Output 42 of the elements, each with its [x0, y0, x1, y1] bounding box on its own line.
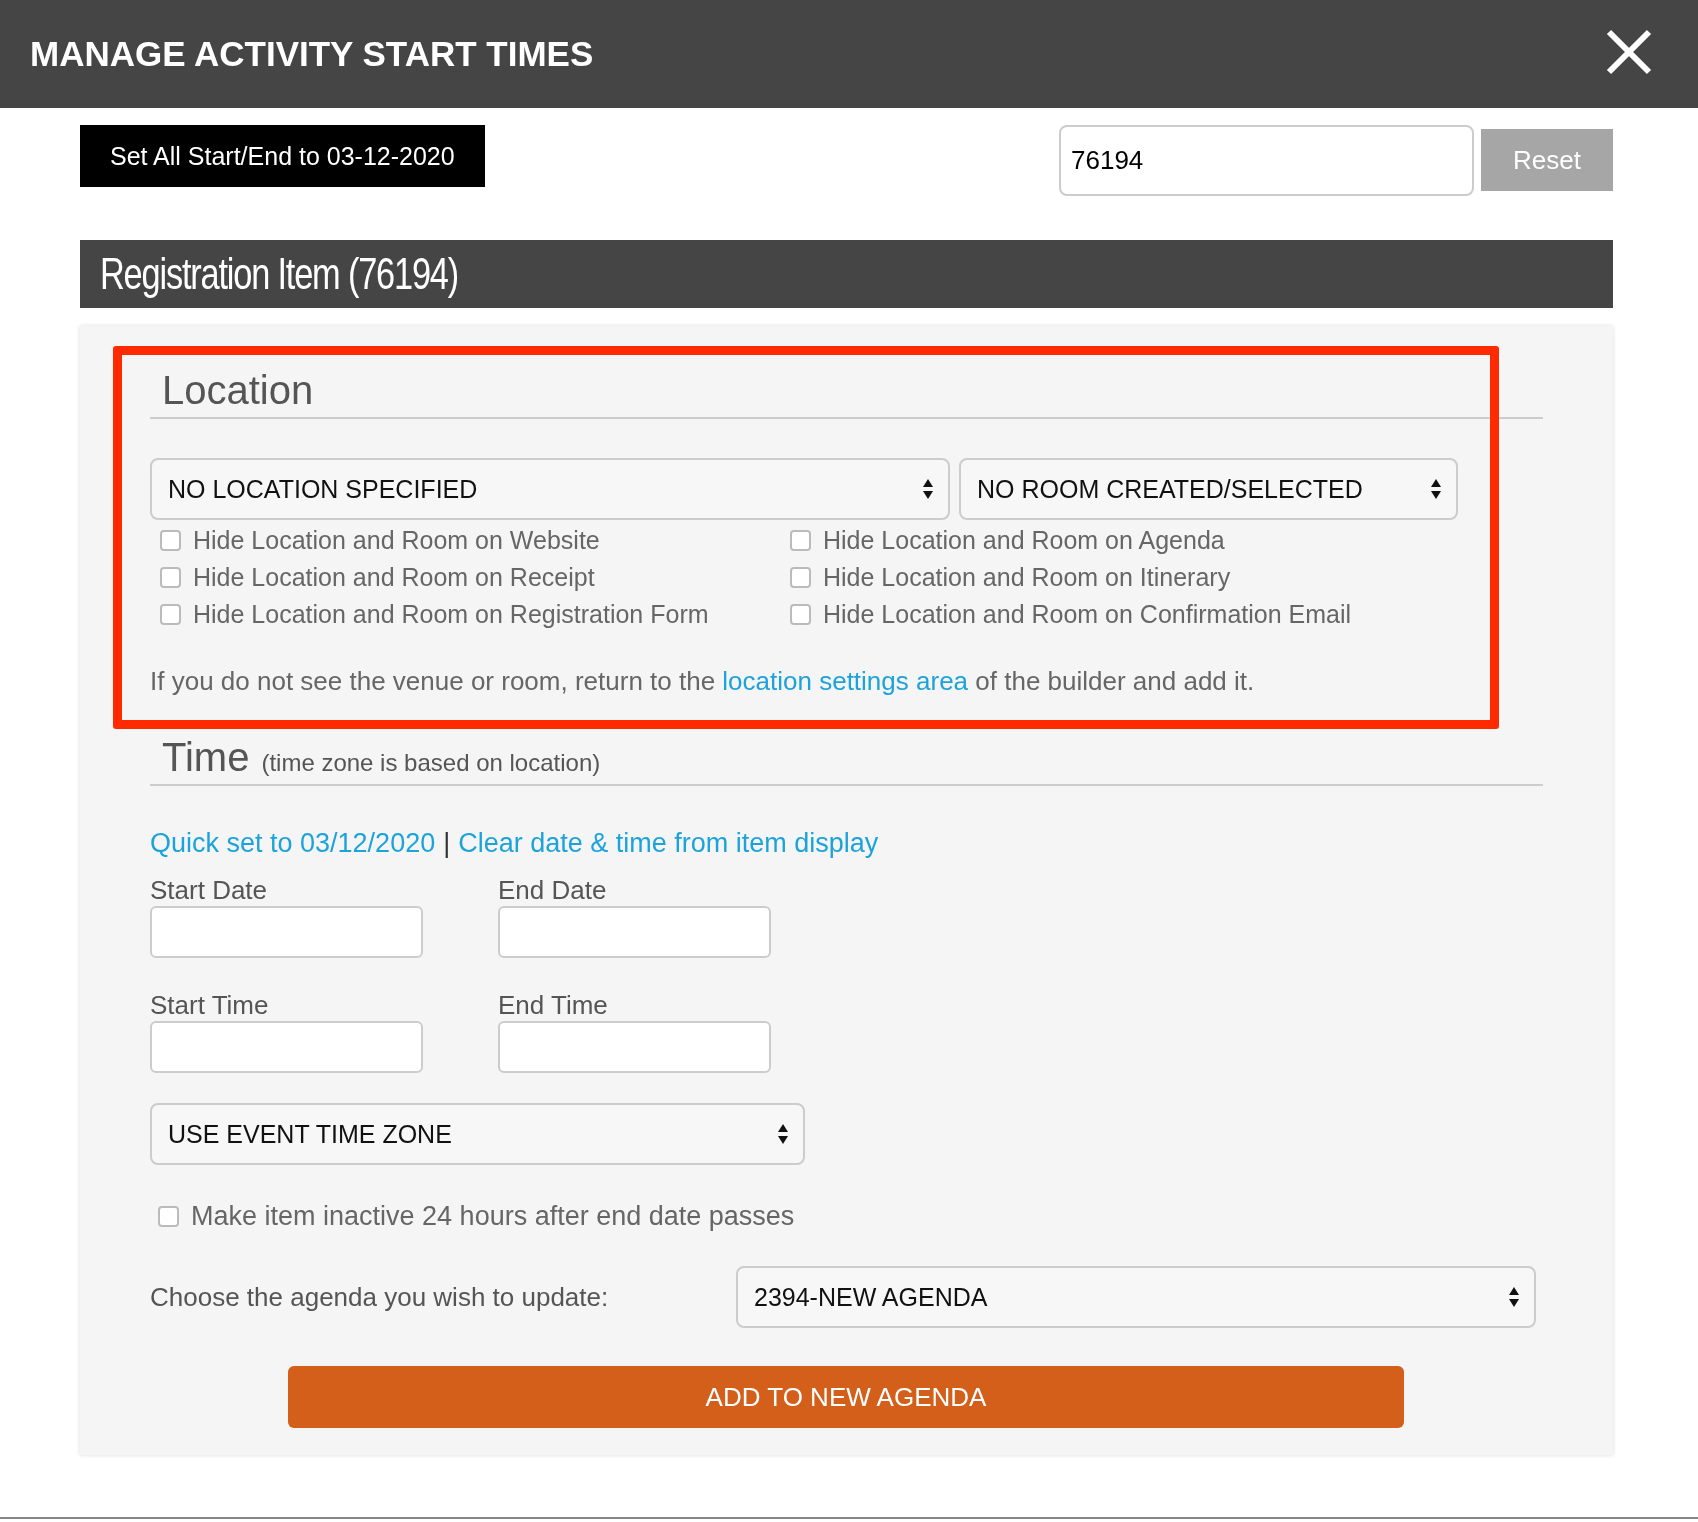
location-heading: Location: [150, 326, 1543, 419]
location-help-text: If you do not see the venue or room, return to the location settings area of the builder and add it.: [150, 666, 1256, 697]
checkbox-label: Hide Location and Room on Confirmation Email: [823, 600, 1352, 629]
dropdown-arrows-icon: [922, 478, 934, 500]
checkbox[interactable]: [790, 567, 811, 588]
input-field[interactable]: [150, 906, 423, 958]
link-separator: |: [443, 828, 451, 859]
agenda-select[interactable]: 2394-NEW AGENDA: [736, 1266, 1536, 1328]
checkbox[interactable]: [790, 604, 811, 625]
input-field[interactable]: [498, 1021, 771, 1073]
checkbox[interactable]: [160, 567, 181, 588]
checkbox[interactable]: [160, 604, 181, 625]
time-heading: Time: [162, 735, 250, 780]
checkbox-label: Hide Location and Room on Itinerary: [823, 563, 1231, 592]
checkbox[interactable]: [160, 530, 181, 551]
location-select[interactable]: NO LOCATION SPECIFIED: [150, 458, 950, 520]
checkbox-label: Hide Location and Room on Receipt: [193, 563, 595, 592]
item-id-field[interactable]: 76194: [1059, 124, 1474, 196]
time-zone-note: (time zone is based on location): [261, 749, 601, 777]
checkbox-label: Make item inactive 24 hours after end date passes: [191, 1201, 795, 1232]
room-select[interactable]: NO ROOM CREATED/SELECTED: [959, 458, 1458, 520]
input-field[interactable]: [498, 906, 771, 958]
checkbox-label: Hide Location and Room on Registration Form: [193, 600, 709, 629]
checkbox-label: Hide Location and Room on Agenda: [823, 526, 1225, 555]
dropdown-arrows-icon: [777, 1123, 789, 1145]
field-label: Start Date: [150, 875, 269, 906]
agenda-label: Choose the agenda you wish to update:: [150, 1281, 610, 1313]
section-title: Registration Item (76194): [100, 249, 458, 299]
close-icon: [1606, 29, 1652, 75]
add-to-agenda-button[interactable]: ADD TO NEW AGENDA: [288, 1366, 1404, 1428]
dialog-title: MANAGE ACTIVITY START TIMES: [30, 34, 594, 74]
field-label: Start Time: [150, 990, 270, 1021]
field-label: End Date: [498, 875, 608, 906]
dropdown-arrows-icon: [1430, 478, 1442, 500]
input-field[interactable]: [150, 1021, 423, 1073]
time-zone-select[interactable]: USE EVENT TIME ZONE: [150, 1103, 805, 1165]
field-label: End Time: [498, 990, 609, 1021]
dropdown-arrows-icon: [1508, 1286, 1520, 1308]
checkbox[interactable]: [158, 1206, 179, 1227]
set-all-dates-button[interactable]: Set All Start/End to 03-12-2020: [80, 125, 485, 187]
checkbox[interactable]: [790, 530, 811, 551]
checkbox-label: Hide Location and Room on Website: [193, 526, 600, 555]
